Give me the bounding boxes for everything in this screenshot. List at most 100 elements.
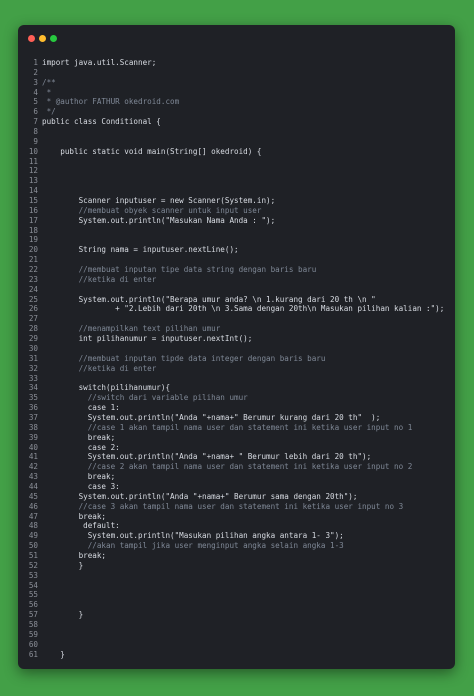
code-line: 17 System.out.println("Masukan Nama Anda…	[18, 216, 455, 226]
line-number: 60	[28, 639, 38, 649]
code-line: 26 + "2.Lebih dari 20th \n 3.Sama dengan…	[18, 304, 455, 314]
line-number: 27	[28, 314, 38, 324]
code-line: 50 //akan tampil jika user menginput ang…	[18, 541, 455, 551]
line-number: 14	[28, 186, 38, 196]
code-line: 51 break;	[18, 551, 455, 561]
code-line: 38 //case 1 akan tampil nama user dan st…	[18, 423, 455, 433]
code-line: 43 break;	[18, 472, 455, 482]
code-text: System.out.println("Masukan Nama Anda : …	[42, 215, 276, 225]
maximize-dot-icon[interactable]	[50, 35, 57, 42]
code-line: 31 //membuat inputan tipde data integer …	[18, 354, 455, 364]
code-line: 36 case 1:	[18, 403, 455, 413]
line-number: 49	[28, 531, 38, 541]
code-text: + "2.Lebih dari 20th \n 3.Sama dengan 20…	[42, 304, 445, 314]
code-line: 22 //membuat inputan tipe data string de…	[18, 265, 455, 275]
line-number: 41	[28, 452, 38, 462]
code-text: import java.util.Scanner;	[42, 58, 157, 67]
code-text: String nama = inputuser.nextLine();	[42, 245, 239, 255]
code-editor[interactable]: 1 import java.util.Scanner; 2 3/** 4 * 5 * @a…	[18, 58, 455, 659]
line-number: 20	[28, 245, 38, 255]
line-number: 30	[28, 343, 38, 353]
code-line: 48 default:	[18, 521, 455, 531]
code-line: 56	[18, 600, 455, 610]
code-text: switch(pilihanumur){	[42, 383, 171, 393]
code-line: 45 System.out.println("Anda "+nama+" Ber…	[18, 492, 455, 502]
line-number: 38	[28, 422, 38, 432]
code-text: public class Conditional {	[42, 117, 161, 127]
code-line: 12	[18, 166, 455, 176]
code-line: 54	[18, 581, 455, 591]
code-line: 60	[18, 640, 455, 650]
code-line: 49 System.out.println("Masukan pilihan a…	[18, 531, 455, 541]
code-line: 21	[18, 255, 455, 265]
line-number: 44	[28, 481, 38, 491]
line-number: 53	[28, 570, 38, 580]
code-line: 25 System.out.println("Berapa umur anda?…	[18, 295, 455, 305]
code-text: }	[42, 560, 84, 570]
line-number: 7	[33, 117, 38, 127]
code-text: //membuat obyek scanner untuk input user	[42, 205, 262, 215]
code-text: public static void main(String[] okedroi…	[42, 146, 262, 156]
code-line: 11	[18, 157, 455, 167]
code-line: 2	[18, 68, 455, 78]
line-number: 6	[33, 107, 38, 117]
line-number: 55	[28, 590, 38, 600]
line-number: 51	[28, 550, 38, 560]
code-text: int pilihanumur = inputuser.nextInt();	[42, 334, 253, 344]
line-number: 17	[28, 215, 38, 225]
code-line: 18	[18, 226, 455, 236]
line-number: 59	[28, 629, 38, 639]
close-dot-icon[interactable]	[28, 35, 35, 42]
line-number: 28	[28, 324, 38, 334]
code-line: 13	[18, 176, 455, 186]
line-number: 37	[28, 412, 38, 422]
line-number: 43	[28, 472, 38, 482]
code-line: 9	[18, 137, 455, 147]
code-line: 52 }	[18, 561, 455, 571]
code-line: 61 }	[18, 650, 455, 660]
code-line: 58	[18, 620, 455, 630]
line-number: 36	[28, 403, 38, 413]
code-line: 59	[18, 630, 455, 640]
code-line: 23 //ketika di enter	[18, 275, 455, 285]
code-line: 1 import java.util.Scanner;	[18, 58, 455, 68]
minimize-dot-icon[interactable]	[39, 35, 46, 42]
code-line: 37 System.out.println("Anda "+nama+" Ber…	[18, 413, 455, 423]
line-number: 9	[33, 136, 38, 146]
code-line: 10 public static void main(String[] oked…	[18, 147, 455, 157]
code-text: System.out.println("Anda "+nama+ " Berum…	[42, 452, 372, 462]
line-number: 23	[28, 274, 38, 284]
line-number: 18	[28, 225, 38, 235]
code-text: //case 1 akan tampil nama user dan state…	[42, 422, 413, 432]
code-line: 44 case 3:	[18, 482, 455, 492]
code-line: 55	[18, 590, 455, 600]
code-text: Scanner inputuser = new Scanner(System.i…	[42, 196, 276, 206]
code-line: 15 Scanner inputuser = new Scanner(Syste…	[18, 196, 455, 206]
line-number: 47	[28, 511, 38, 521]
line-number: 1	[33, 58, 38, 67]
code-line: 46 //case 3 akan tampil nama user dan st…	[18, 502, 455, 512]
code-line: 6 */	[18, 107, 455, 117]
line-number: 48	[28, 521, 38, 531]
code-line: 20 String nama = inputuser.nextLine();	[18, 245, 455, 255]
code-text: default:	[42, 521, 120, 531]
line-number: 34	[28, 383, 38, 393]
code-text: //ketika di enter	[42, 274, 157, 284]
line-number: 26	[28, 304, 38, 314]
code-text: break;	[42, 511, 107, 521]
code-line: 24	[18, 285, 455, 295]
code-line: 40 case 2:	[18, 443, 455, 453]
code-text: System.out.println("Masukan pilihan angk…	[42, 531, 344, 541]
code-line: 8	[18, 127, 455, 137]
line-number: 11	[28, 156, 38, 166]
code-line: 53	[18, 571, 455, 581]
line-number: 10	[28, 146, 38, 156]
code-text: //ketika di enter	[42, 363, 157, 373]
line-number: 15	[28, 196, 38, 206]
code-line: 47 break;	[18, 512, 455, 522]
code-text: //switch dari variable pilihan umur	[42, 393, 248, 403]
code-text: case 3:	[42, 481, 120, 491]
line-number: 39	[28, 432, 38, 442]
code-line: 3 /**	[18, 78, 455, 88]
line-number: 54	[28, 580, 38, 590]
